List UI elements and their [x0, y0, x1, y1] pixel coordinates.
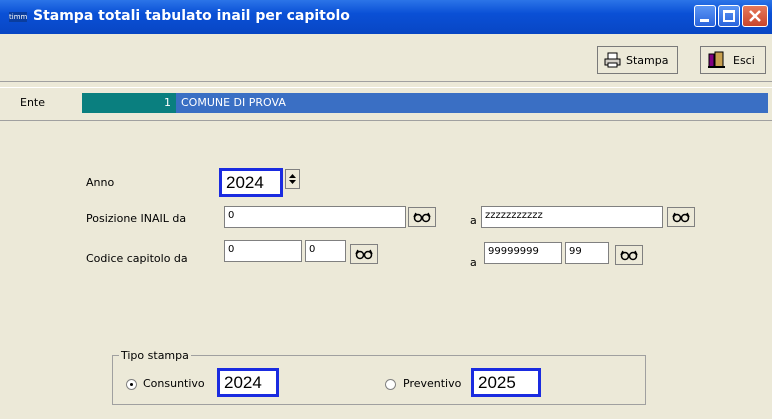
close-button[interactable]: [742, 5, 768, 27]
posizione-da-input[interactable]: 0: [224, 206, 406, 228]
anno-value: 2024: [226, 173, 264, 192]
preventivo-year-box: 2025: [471, 368, 541, 397]
print-button[interactable]: Stampa: [597, 46, 678, 74]
codice-da-2-value: 0: [309, 244, 316, 255]
ente-bar: Ente 1 COMUNE DI PROVA: [0, 87, 772, 121]
consuntivo-year-value: 2024: [224, 373, 262, 392]
anno-input[interactable]: 2024: [219, 168, 283, 197]
posizione-a-input[interactable]: zzzzzzzzzzz: [481, 206, 663, 228]
codice-da-1-input[interactable]: 0: [224, 240, 302, 262]
window-title: Stampa totali tabulato inail per capitol…: [33, 8, 350, 24]
ente-label: Ente: [20, 96, 46, 109]
codice-a-label: a: [470, 256, 477, 269]
consuntivo-year-box: 2024: [217, 368, 279, 397]
maximize-button[interactable]: [718, 5, 740, 27]
minimize-icon: [700, 19, 709, 22]
posizione-da-value: 0: [228, 210, 235, 221]
preventivo-year-value: 2025: [478, 373, 516, 392]
ente-code-field[interactable]: 1: [82, 93, 176, 113]
codice-da-lookup-button[interactable]: [350, 244, 378, 264]
codice-da-2-input[interactable]: 0: [305, 240, 346, 262]
preventivo-radio[interactable]: Preventivo: [385, 376, 475, 394]
binoculars-icon: [620, 250, 638, 261]
codice-da-1-value: 0: [228, 244, 235, 255]
printer-icon: [604, 52, 621, 68]
exit-door-icon: [708, 51, 725, 68]
ente-code-value: 1: [164, 96, 171, 109]
codice-label: Codice capitolo da: [86, 252, 188, 265]
posizione-a-label: a: [470, 214, 477, 227]
radio-selected-icon: [126, 379, 137, 390]
binoculars-icon: [413, 212, 431, 223]
posizione-a-lookup-button[interactable]: [667, 207, 695, 227]
codice-a-2-input[interactable]: 99: [565, 242, 609, 264]
maximize-icon: [723, 10, 735, 22]
anno-spinner[interactable]: [285, 169, 300, 189]
close-icon: [749, 10, 761, 22]
title-bar: timm Stampa totali tabulato inail per ca…: [0, 0, 772, 34]
binoculars-icon: [355, 249, 373, 260]
app-icon: timm: [9, 12, 28, 22]
posizione-label: Posizione INAIL da: [86, 212, 187, 225]
print-button-label: Stampa: [626, 54, 669, 67]
posizione-da-lookup-button[interactable]: [408, 207, 436, 227]
anno-label: Anno: [86, 176, 115, 189]
tipo-stampa-legend: Tipo stampa: [119, 349, 191, 362]
exit-button[interactable]: Esci: [700, 46, 766, 74]
exit-button-label: Esci: [733, 54, 755, 67]
toolbar: Stampa Esci: [0, 34, 772, 82]
codice-a-lookup-button[interactable]: [615, 245, 643, 265]
codice-a-1-value: 99999999: [488, 246, 539, 257]
minimize-button[interactable]: [694, 5, 716, 27]
consuntivo-label: Consuntivo: [143, 377, 205, 390]
spin-up-down-icon: [289, 174, 296, 184]
posizione-a-value: zzzzzzzzzzz: [485, 210, 543, 221]
consuntivo-radio[interactable]: Consuntivo: [124, 376, 219, 394]
codice-a-1-input[interactable]: 99999999: [484, 242, 562, 264]
codice-a-2-value: 99: [569, 246, 582, 257]
ente-name-value: COMUNE DI PROVA: [181, 96, 286, 109]
ente-name-field: COMUNE DI PROVA: [176, 93, 768, 113]
preventivo-label: Preventivo: [403, 377, 462, 390]
binoculars-icon: [672, 212, 690, 223]
radio-unselected-icon: [385, 379, 396, 390]
